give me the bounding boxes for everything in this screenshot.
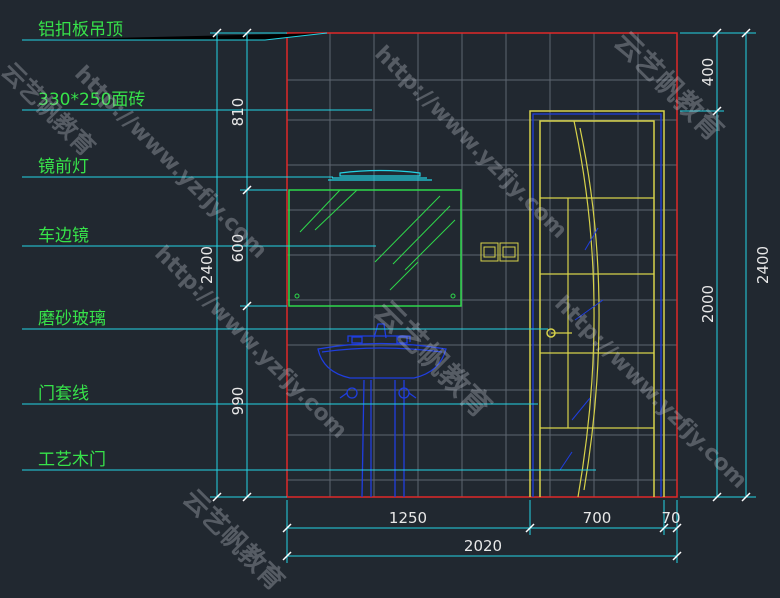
mirror: [288, 189, 462, 307]
dim-bottom-70: 70: [661, 509, 680, 527]
label-wood-door: 工艺木门: [38, 450, 106, 470]
dim-right-400: 400: [699, 58, 717, 87]
dim-right-2000: 2000: [699, 285, 717, 323]
cad-elevation-drawing: 2400 810 600 990 400 2000 2400 1250 700 …: [0, 0, 780, 597]
label-door-casing: 门套线: [38, 384, 89, 404]
dim-left-990: 990: [229, 387, 247, 416]
dim-bottom-700: 700: [583, 509, 612, 527]
switch-panels: [480, 242, 519, 262]
label-frosted-glass: 磨砂玻璃: [38, 309, 106, 329]
label-ceiling: 铝扣板吊顶: [38, 20, 123, 40]
dim-bottom-total: 2020: [464, 537, 502, 555]
dim-right-total: 2400: [754, 246, 772, 284]
dim-left-810: 810: [229, 98, 247, 127]
label-mirror: 车边镜: [38, 226, 89, 246]
dim-bottom-1250: 1250: [389, 509, 427, 527]
mirror-light: [328, 169, 432, 181]
